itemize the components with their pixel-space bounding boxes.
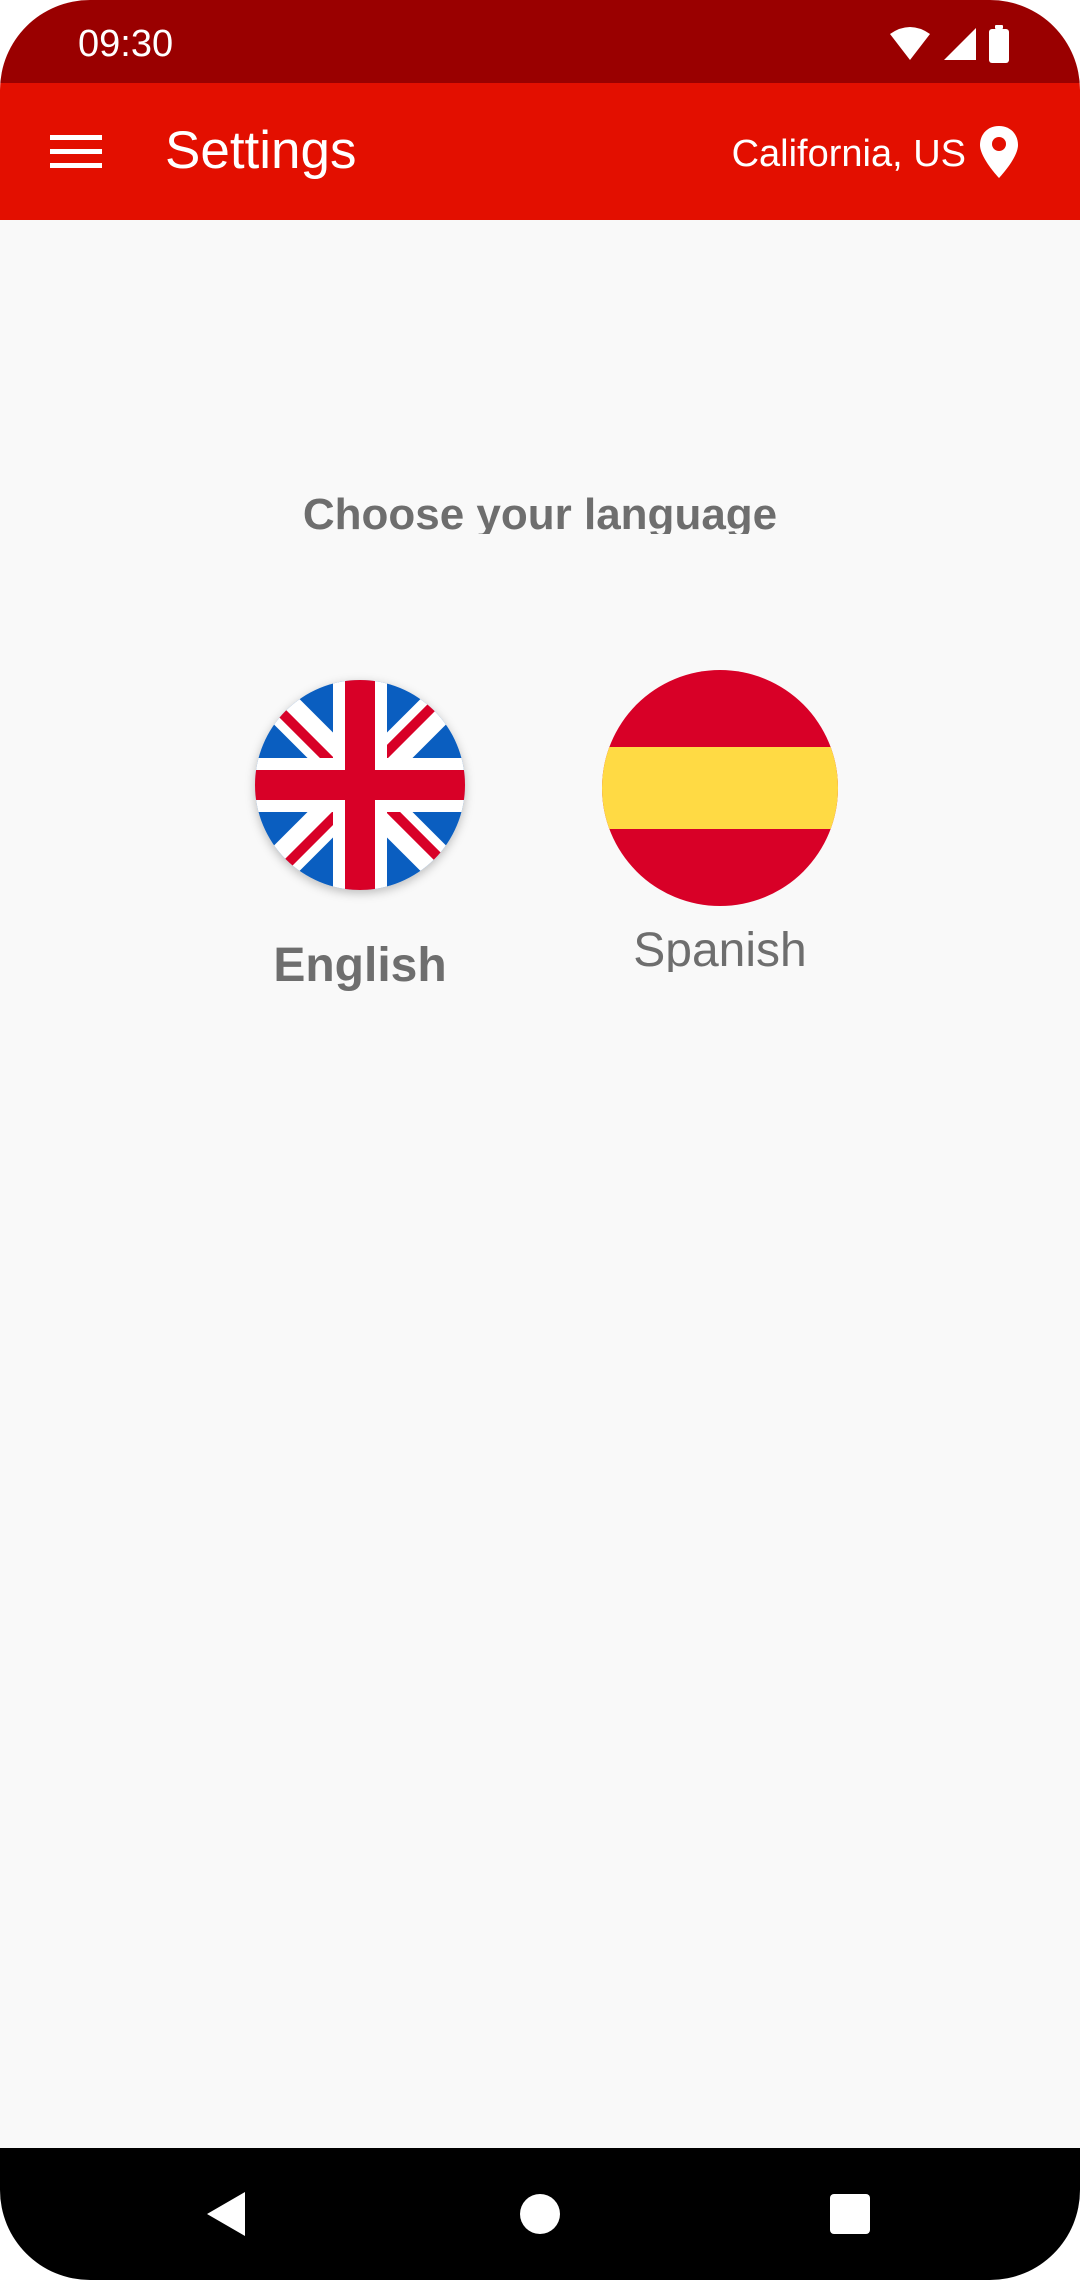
- location-pin-icon: [978, 124, 1020, 185]
- page-title: Settings: [165, 121, 357, 180]
- location-selector[interactable]: California, US: [732, 119, 1020, 189]
- spain-flag-icon: [602, 670, 838, 906]
- wifi-icon: [888, 26, 932, 62]
- language-label-spanish: Spanish: [633, 926, 807, 972]
- language-label-english: English: [273, 939, 447, 992]
- location-text: California, US: [731, 133, 966, 175]
- recents-icon[interactable]: [805, 2172, 895, 2256]
- status-bar: 09:30: [0, 0, 1080, 83]
- navigation-bar: [0, 2148, 1080, 2280]
- device-screen: 09:30 Settings California, US Choose you…: [0, 0, 1080, 2280]
- language-heading: Choose your language: [302, 490, 778, 534]
- status-icons: [888, 24, 1010, 64]
- hamburger-menu-icon[interactable]: [28, 111, 124, 193]
- home-icon[interactable]: [495, 2172, 585, 2256]
- uk-flag-icon: [255, 680, 465, 890]
- back-icon[interactable]: [182, 2172, 272, 2256]
- status-time: 09:30: [78, 23, 174, 65]
- cell-signal-icon: [942, 26, 978, 62]
- language-option-spanish[interactable]: Spanish: [590, 670, 850, 972]
- app-bar: Settings California, US: [0, 83, 1080, 220]
- battery-icon: [988, 25, 1010, 63]
- language-option-english[interactable]: English: [240, 680, 480, 994]
